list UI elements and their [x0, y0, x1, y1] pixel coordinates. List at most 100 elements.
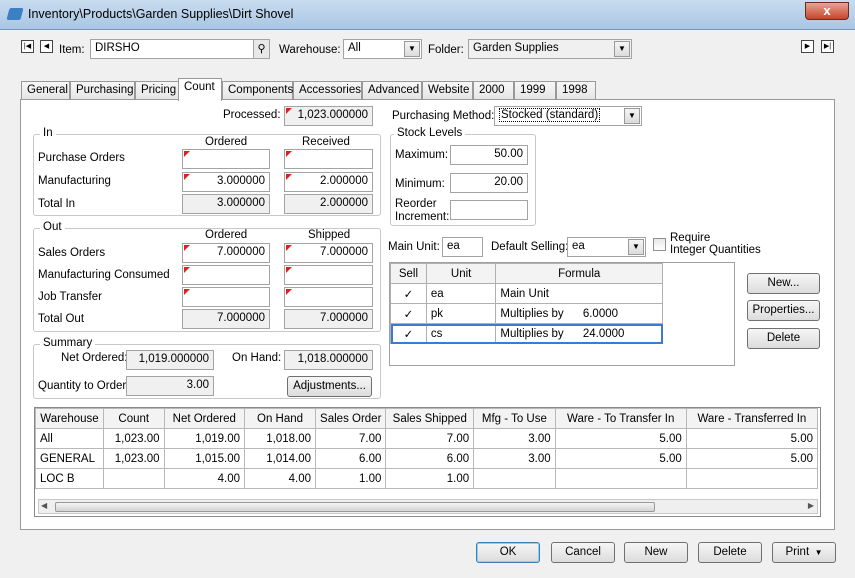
net-ordered-column-header[interactable]: Net Ordered	[163, 408, 246, 429]
sales-orders-ordered-field[interactable]: 7.000000	[182, 243, 270, 263]
scroll-left-icon[interactable]: ◀	[41, 501, 47, 510]
ware-transferred-in-cell[interactable]: 5.00	[685, 448, 819, 469]
require-integer-checkbox[interactable]	[653, 238, 666, 251]
on-hand-cell[interactable]: 1,018.00	[244, 428, 317, 449]
on-hand-column-header[interactable]: On Hand	[244, 408, 317, 429]
previous-record-icon[interactable]: ◀	[40, 40, 53, 53]
mfg-to-use-column-header[interactable]: Mfg - To Use	[473, 408, 556, 429]
sales-orders-shipped-field[interactable]: 7.000000	[284, 243, 373, 263]
ware-to-transfer-in-cell[interactable]: 5.00	[554, 448, 687, 469]
ware-to-transfer-in-cell[interactable]	[554, 468, 687, 489]
chevron-down-icon[interactable]: ▼	[614, 41, 630, 57]
tab-components[interactable]: Components	[222, 81, 293, 100]
item-search-icon[interactable]: ⚲	[253, 39, 270, 59]
warehouse-cell[interactable]: LOC B	[35, 468, 104, 489]
mfg-to-use-cell[interactable]: 3.00	[473, 448, 556, 469]
sales-order-column-header[interactable]: Sales Order	[315, 408, 387, 429]
table-row[interactable]: All 1,023.00 1,019.00 1,018.00 7.00 7.00…	[35, 428, 819, 449]
purchasing-method-select[interactable]: Stocked (standard) ▼	[494, 106, 642, 126]
tab-purchasing[interactable]: Purchasing	[70, 81, 135, 100]
warehouse-cell[interactable]: GENERAL	[35, 448, 104, 469]
tab-count[interactable]: Count	[178, 78, 222, 101]
manufacturing-received-field[interactable]: 2.000000	[284, 172, 373, 192]
next-record-icon[interactable]: ▶	[801, 40, 814, 53]
ware-to-transfer-in-cell[interactable]: 5.00	[554, 428, 687, 449]
item-input[interactable]: DIRSHO	[90, 39, 255, 59]
count-column-header[interactable]: Count	[102, 408, 165, 429]
sales-shipped-cell[interactable]: 7.00	[385, 428, 475, 449]
unit-column-header[interactable]: Unit	[425, 263, 497, 284]
table-row[interactable]: LOC B 4.00 4.00 1.00 1.00	[35, 468, 819, 489]
sales-order-cell[interactable]: 1.00	[315, 468, 387, 489]
sell-check-icon[interactable]: ✓	[390, 283, 427, 304]
mfg-to-use-cell[interactable]: 3.00	[473, 428, 556, 449]
close-button[interactable]: x	[805, 2, 849, 20]
formula-cell[interactable]: Multiplies by 24.0000	[495, 323, 663, 344]
delete-unit-button[interactable]: Delete	[747, 328, 820, 349]
formula-cell[interactable]: Main Unit	[495, 283, 663, 304]
unit-cell[interactable]: ea	[425, 283, 497, 304]
table-row[interactable]: GENERAL 1,023.00 1,015.00 1,014.00 6.00 …	[35, 448, 819, 469]
tab-accessories[interactable]: Accessories	[293, 81, 362, 100]
job-transfer-shipped-field[interactable]	[284, 287, 373, 307]
first-record-icon[interactable]: |◀	[21, 40, 34, 53]
purchase-orders-ordered-field[interactable]	[182, 149, 270, 169]
last-record-icon[interactable]: ▶|	[821, 40, 834, 53]
ware-to-transfer-in-column-header[interactable]: Ware - To Transfer In	[554, 408, 687, 429]
new-unit-button[interactable]: New...	[747, 273, 820, 294]
tab-1999[interactable]: 1999	[514, 81, 556, 100]
warehouse-column-header[interactable]: Warehouse	[35, 408, 104, 429]
table-row[interactable]: ✓ ea Main Unit	[390, 283, 663, 304]
horizontal-scrollbar[interactable]: ◀ ▶	[38, 499, 818, 514]
minimum-input[interactable]: 20.00	[450, 173, 528, 193]
chevron-down-icon[interactable]: ▼	[628, 239, 644, 255]
net-ordered-cell[interactable]: 4.00	[163, 468, 246, 489]
scroll-thumb[interactable]	[55, 502, 655, 512]
formula-cell[interactable]: Multiplies by 6.0000	[495, 303, 663, 324]
unit-cell[interactable]: cs	[425, 323, 497, 344]
tab-website[interactable]: Website	[422, 81, 473, 100]
on-hand-cell[interactable]: 1,014.00	[244, 448, 317, 469]
mfg-to-use-cell[interactable]	[473, 468, 556, 489]
scroll-right-icon[interactable]: ▶	[808, 501, 814, 510]
delete-button[interactable]: Delete	[698, 542, 762, 563]
new-button[interactable]: New	[624, 542, 688, 563]
sales-shipped-cell[interactable]: 1.00	[385, 468, 475, 489]
net-ordered-cell[interactable]: 1,019.00	[163, 428, 246, 449]
sell-check-icon[interactable]: ✓	[390, 323, 427, 344]
sales-shipped-column-header[interactable]: Sales Shipped	[385, 408, 475, 429]
ware-transferred-in-cell[interactable]	[685, 468, 819, 489]
print-button[interactable]: Print ▼	[772, 542, 836, 563]
sell-column-header[interactable]: Sell	[390, 263, 427, 284]
count-cell[interactable]: 1,023.00	[102, 448, 165, 469]
warehouse-cell[interactable]: All	[35, 428, 104, 449]
manufacturing-consumed-shipped-field[interactable]	[284, 265, 373, 285]
default-selling-select[interactable]: ea ▼	[567, 237, 646, 257]
count-cell[interactable]	[102, 468, 165, 489]
main-unit-input[interactable]: ea	[442, 237, 483, 257]
table-row[interactable]: ✓ cs Multiplies by 24.0000	[390, 323, 663, 344]
tab-2000[interactable]: 2000	[473, 81, 514, 100]
ware-transferred-in-column-header[interactable]: Ware - Transferred In	[685, 408, 819, 429]
count-cell[interactable]: 1,023.00	[102, 428, 165, 449]
tab-1998[interactable]: 1998	[556, 81, 596, 100]
tab-pricing[interactable]: Pricing	[135, 81, 179, 100]
folder-select[interactable]: Garden Supplies ▼	[468, 39, 632, 59]
tab-general[interactable]: General	[21, 81, 70, 100]
sales-order-cell[interactable]: 6.00	[315, 448, 387, 469]
table-row[interactable]: ✓ pk Multiplies by 6.0000	[390, 303, 663, 324]
purchase-orders-received-field[interactable]	[284, 149, 373, 169]
ok-button[interactable]: OK	[476, 542, 540, 563]
unit-cell[interactable]: pk	[425, 303, 497, 324]
on-hand-cell[interactable]: 4.00	[244, 468, 317, 489]
chevron-down-icon[interactable]: ▼	[624, 108, 640, 124]
tab-advanced[interactable]: Advanced	[362, 81, 422, 100]
net-ordered-cell[interactable]: 1,015.00	[163, 448, 246, 469]
cancel-button[interactable]: Cancel	[551, 542, 615, 563]
manufacturing-ordered-field[interactable]: 3.000000	[182, 172, 270, 192]
adjustments-button[interactable]: Adjustments...	[287, 376, 372, 397]
manufacturing-consumed-ordered-field[interactable]	[182, 265, 270, 285]
reorder-increment-input[interactable]	[450, 200, 528, 220]
job-transfer-ordered-field[interactable]	[182, 287, 270, 307]
chevron-down-icon[interactable]: ▼	[404, 41, 420, 57]
